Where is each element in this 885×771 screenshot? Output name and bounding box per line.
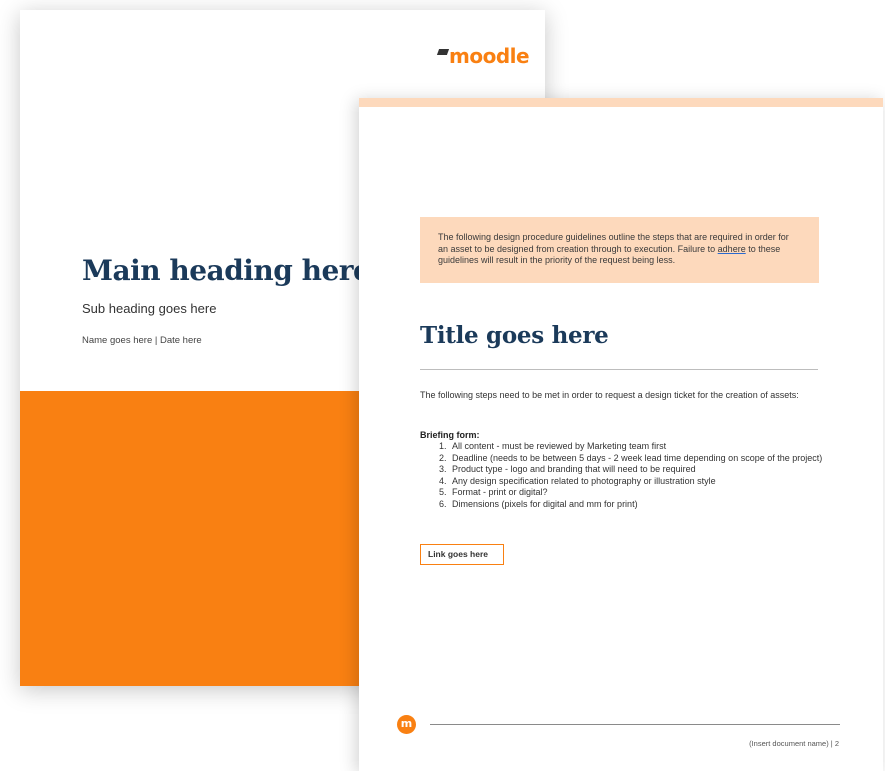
list-item: 1. All content - must be reviewed by Mark… bbox=[439, 441, 824, 453]
main-heading: Main heading here bbox=[82, 254, 371, 287]
list-item-number: 2. bbox=[439, 452, 447, 463]
intro-paragraph: The following steps need to be met in or… bbox=[420, 390, 799, 400]
guidelines-callout: The following design procedure guideline… bbox=[420, 217, 819, 283]
list-item-text: Any design specification related to phot… bbox=[452, 475, 716, 486]
list-item-text: Dimensions (pixels for digital and mm fo… bbox=[452, 498, 638, 509]
page-title: Title goes here bbox=[420, 322, 609, 349]
list-item-number: 3. bbox=[439, 464, 447, 474]
moodle-logo-icon: moodle bbox=[436, 44, 530, 68]
list-item-text: All content - must be reviewed by Market… bbox=[452, 441, 667, 451]
footer-document-name: (Insert document name) | 2 bbox=[749, 739, 839, 748]
list-item-number: 5. bbox=[439, 487, 447, 497]
name-date-line: Name goes here | Date here bbox=[82, 335, 202, 346]
list-item-text: Format - print or digital? bbox=[452, 487, 548, 497]
briefing-steps-list: 1. All content - must be reviewed by Mark… bbox=[439, 441, 824, 510]
list-item-text: Deadline (needs to be between 5 days - 2… bbox=[452, 452, 823, 463]
list-item-number: 4. bbox=[439, 475, 447, 486]
footer-divider bbox=[430, 724, 840, 725]
link-button[interactable]: Link goes here bbox=[420, 544, 504, 565]
graduation-cap-icon bbox=[436, 49, 450, 55]
logo-text: moodle bbox=[449, 44, 530, 68]
content-page: The following design procedure guideline… bbox=[359, 98, 883, 771]
list-item: 3. Product type - logo and branding that … bbox=[439, 464, 824, 476]
list-item: 6. Dimensions (pixels for digital and mm … bbox=[439, 499, 824, 511]
callout-underlined-word: adhere bbox=[717, 243, 746, 254]
list-item-number: 1. bbox=[439, 441, 447, 451]
list-item-number: 6. bbox=[439, 498, 447, 509]
list-item-text: Product type - logo and branding that wi… bbox=[452, 464, 696, 474]
list-item: 2. Deadline (needs to be between 5 days -… bbox=[439, 453, 824, 465]
list-item: 4. Any design specification related to ph… bbox=[439, 476, 824, 488]
sub-heading: Sub heading goes here bbox=[82, 301, 217, 316]
title-divider bbox=[420, 369, 818, 370]
briefing-form-label: Briefing form: bbox=[420, 430, 480, 440]
list-item: 5. Format - print or digital? bbox=[439, 487, 824, 499]
moodle-m-logo-icon: m bbox=[397, 715, 416, 734]
page-top-bar bbox=[359, 98, 883, 107]
